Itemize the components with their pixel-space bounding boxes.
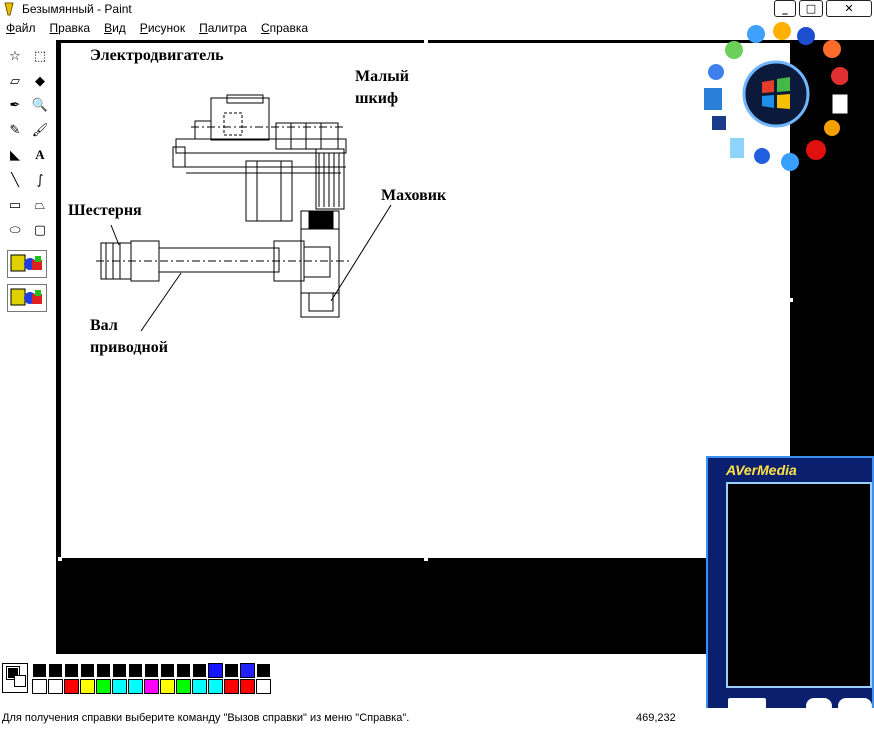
color-swatch[interactable] — [112, 663, 127, 678]
tool-option-opaque[interactable] — [7, 250, 47, 278]
eraser-icon[interactable]: ▱ — [4, 70, 26, 92]
status-bar: Для получения справки выберите команду "… — [0, 708, 874, 732]
label-shaft-line2: приводной — [90, 339, 168, 356]
leader-flywheel — [330, 204, 392, 302]
motor-body — [210, 97, 270, 141]
label-shaft-line1: Вал — [90, 317, 118, 334]
label-motor: Электродвигатель — [90, 47, 224, 64]
color-swatch[interactable] — [144, 679, 159, 694]
color-swatch[interactable] — [32, 679, 47, 694]
motor-cap — [226, 94, 264, 104]
color-swatch[interactable] — [128, 663, 143, 678]
tool-option-transparent[interactable] — [7, 284, 47, 312]
color-swatch[interactable] — [256, 679, 271, 694]
ellipse-icon[interactable]: ⬭ — [4, 219, 26, 241]
transparent-mode-icon — [10, 288, 42, 306]
close-button[interactable]: ✕ — [826, 0, 872, 17]
brush-icon[interactable]: 🖌 — [29, 119, 51, 141]
minimize-button[interactable]: _ — [774, 0, 796, 17]
color-swatch[interactable] — [96, 663, 111, 678]
resize-handle-corner[interactable] — [58, 557, 62, 561]
color-swatch[interactable] — [240, 663, 255, 678]
rounded-rect-icon[interactable]: ▢ — [29, 219, 51, 241]
resize-handle-bottom[interactable] — [424, 557, 428, 561]
avermedia-video-screen — [726, 482, 872, 688]
color-swatch[interactable] — [176, 663, 191, 678]
polygon-icon[interactable]: ⏢ — [29, 194, 51, 216]
color-swatch[interactable] — [64, 679, 79, 694]
menu-view[interactable]: Вид — [104, 19, 126, 39]
color-swatch[interactable] — [144, 663, 159, 678]
maximize-button[interactable]: □ — [799, 0, 823, 17]
rect-select-icon[interactable]: ⬚ — [29, 45, 51, 67]
color-swatch[interactable] — [48, 679, 63, 694]
drive-shaft — [158, 247, 280, 273]
motor-inner — [223, 112, 243, 136]
menu-file[interactable]: Файл — [6, 19, 36, 39]
opaque-mode-icon — [10, 254, 42, 272]
avermedia-window[interactable]: AVerMedia — [706, 456, 874, 720]
color-swatch[interactable] — [160, 679, 175, 694]
color-swatch[interactable] — [80, 663, 95, 678]
color-swatch[interactable] — [80, 679, 95, 694]
avermedia-logo: AVerMedia — [726, 462, 797, 478]
text-icon[interactable]: A — [29, 144, 51, 166]
color-swatch[interactable] — [208, 663, 223, 678]
color-swatch[interactable] — [256, 663, 271, 678]
color-swatch[interactable] — [224, 679, 239, 694]
color-swatch[interactable] — [128, 679, 143, 694]
background-color[interactable] — [14, 675, 26, 687]
pencil-icon[interactable]: ✎ — [4, 119, 26, 141]
color-swatch[interactable] — [48, 663, 63, 678]
airbrush-icon[interactable]: ◣ — [4, 144, 26, 166]
color-swatch[interactable] — [240, 679, 255, 694]
color-swatch[interactable] — [224, 663, 239, 678]
label-small-pulley-line1: Малый — [355, 68, 409, 85]
color-picker-icon[interactable]: ✒ — [4, 94, 26, 116]
color-swatch[interactable] — [208, 679, 223, 694]
menu-palette[interactable]: Палитра — [199, 19, 247, 39]
color-swatch[interactable] — [96, 679, 111, 694]
resize-handle-right[interactable] — [789, 298, 793, 302]
paint-app-icon — [4, 2, 14, 16]
toolbox: ☆ ⬚ ▱ ◆ ✒ 🔍 ✎ 🖌 ◣ A ╲ ∫ ▭ ⏢ ⬭ ▢ — [0, 42, 56, 660]
label-small-pulley-line2: шкиф — [355, 90, 399, 107]
color-swatch[interactable] — [64, 663, 79, 678]
leader-shaft — [140, 272, 182, 332]
fill-bucket-icon[interactable]: ◆ — [29, 70, 51, 92]
menu-edit[interactable]: Правка — [50, 19, 91, 39]
rectangle-icon[interactable]: ▭ — [4, 194, 26, 216]
curve-icon[interactable]: ∫ — [29, 169, 51, 191]
support-column — [245, 160, 293, 222]
belt-housing — [315, 148, 345, 210]
menu-help[interactable]: Справка — [261, 19, 308, 39]
current-colors[interactable] — [2, 663, 28, 693]
color-swatch[interactable] — [192, 679, 207, 694]
menu-image[interactable]: Рисунок — [140, 19, 185, 39]
color-swatch[interactable] — [32, 663, 47, 678]
desktop-gadget-icons — [704, 22, 848, 171]
color-swatch[interactable] — [176, 679, 191, 694]
status-help-text: Для получения справки выберите команду "… — [2, 712, 410, 724]
leader-gear — [110, 224, 120, 246]
color-swatch[interactable] — [192, 663, 207, 678]
status-coordinates: 469,232 — [636, 712, 676, 724]
window-title: Безымянный - Paint — [22, 2, 132, 16]
color-swatch[interactable] — [160, 663, 175, 678]
color-swatch[interactable] — [112, 679, 127, 694]
free-select-icon[interactable]: ☆ — [4, 45, 26, 67]
mechanical-drawing — [96, 94, 392, 332]
resize-handle-top[interactable] — [424, 40, 428, 44]
label-flywheel: Маховик — [381, 187, 447, 204]
line-icon[interactable]: ╲ — [4, 169, 26, 191]
magnifier-icon[interactable]: 🔍 — [29, 94, 51, 116]
label-gear: Шестерня — [68, 202, 142, 219]
drawing-canvas[interactable]: Электродвигатель Малый шкиф Маховик Шест… — [61, 43, 790, 558]
